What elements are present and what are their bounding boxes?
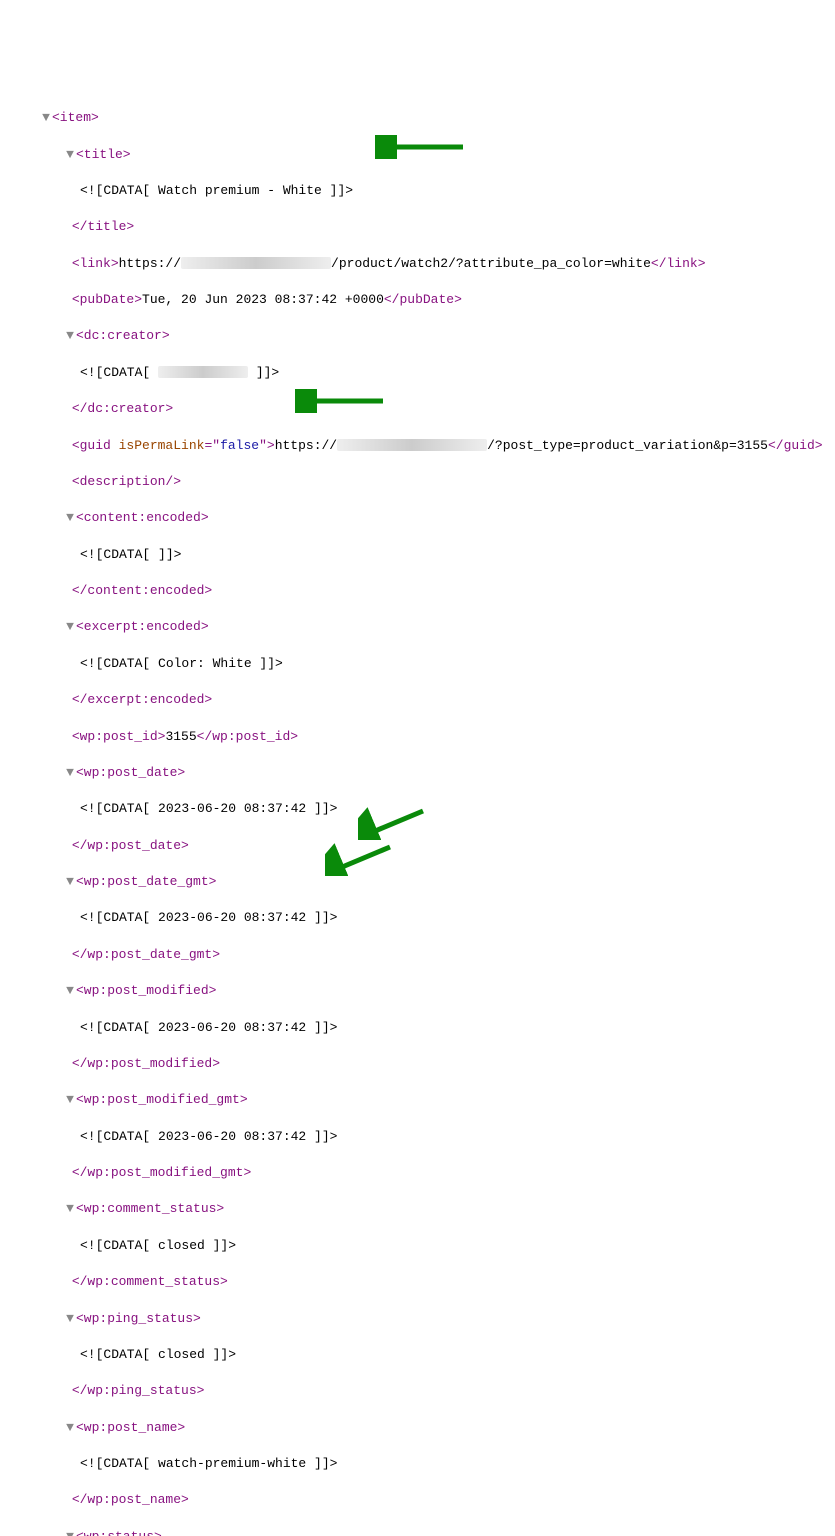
tag-status-open: <wp:status> — [76, 1529, 162, 1536]
text-postid: 3155 — [165, 729, 196, 744]
caret-comment[interactable]: ▼ — [64, 1200, 76, 1218]
tag-postid-close: </wp:post_id> — [197, 729, 298, 744]
caret-ping[interactable]: ▼ — [64, 1310, 76, 1328]
tag-title-open: <title> — [76, 147, 131, 162]
caret-postname[interactable]: ▼ — [64, 1419, 76, 1437]
caret-dccreator[interactable]: ▼ — [64, 327, 76, 345]
redacted-creator — [158, 366, 248, 378]
tag-postdategmt-close: </wp:post_date_gmt> — [72, 947, 220, 962]
tag-postmod-close: </wp:post_modified> — [72, 1056, 220, 1071]
attr-ispermalink: isPermaLink — [119, 438, 205, 453]
tag-postname-open: <wp:post_name> — [76, 1420, 185, 1435]
tag-content-open: <content:encoded> — [76, 510, 209, 525]
tag-postmodgmt-close: </wp:post_modified_gmt> — [72, 1165, 251, 1180]
tag-postdate-open: <wp:post_date> — [76, 765, 185, 780]
caret-excerpt[interactable]: ▼ — [64, 618, 76, 636]
caret-postmod[interactable]: ▼ — [64, 982, 76, 1000]
tag-ping-close: </wp:ping_status> — [72, 1383, 205, 1398]
tag-ping-open: <wp:ping_status> — [76, 1311, 201, 1326]
tag-guid-open-pre: <guid — [72, 438, 119, 453]
xml-tree-view: ▼<item> ▼<title> <![CDATA[ Watch premium… — [0, 73, 835, 1536]
attr-eq: =" — [204, 438, 220, 453]
tag-title-close: </title> — [72, 219, 134, 234]
redacted-domain-2 — [337, 439, 487, 451]
cdata-excerpt: <![CDATA[ Color: White ]]> — [80, 656, 283, 671]
cdata-comment: <![CDATA[ closed ]]> — [80, 1238, 236, 1253]
cdata-dccreator-pre: <![CDATA[ — [80, 365, 158, 380]
text-guid-pre: https:// — [275, 438, 337, 453]
caret-postdategmt[interactable]: ▼ — [64, 873, 76, 891]
caret-status[interactable]: ▼ — [64, 1528, 76, 1536]
tag-dccreator-open: <dc:creator> — [76, 328, 170, 343]
caret-postdate[interactable]: ▼ — [64, 764, 76, 782]
cdata-dccreator-post: ]]> — [248, 365, 279, 380]
tag-link-open: <link> — [72, 256, 119, 271]
tag-pubdate-close: </pubDate> — [384, 292, 462, 307]
tag-link-close: </link> — [651, 256, 706, 271]
tag-postmodgmt-open: <wp:post_modified_gmt> — [76, 1092, 248, 1107]
tag-comment-close: </wp:comment_status> — [72, 1274, 228, 1289]
cdata-postdategmt: <![CDATA[ 2023-06-20 08:37:42 ]]> — [80, 910, 337, 925]
tag-description: <description/> — [72, 474, 181, 489]
caret-title[interactable]: ▼ — [64, 146, 76, 164]
tag-item-open: <item> — [52, 110, 99, 125]
attr-ispermalink-val: false — [220, 438, 259, 453]
text-pubdate: Tue, 20 Jun 2023 08:37:42 +0000 — [142, 292, 384, 307]
cdata-postname: <![CDATA[ watch-premium-white ]]> — [80, 1456, 337, 1471]
cdata-title: <![CDATA[ Watch premium - White ]]> — [80, 183, 353, 198]
text-link-pre: https:// — [119, 256, 181, 271]
tag-content-close: </content:encoded> — [72, 583, 212, 598]
tag-postdategmt-open: <wp:post_date_gmt> — [76, 874, 216, 889]
cdata-ping: <![CDATA[ closed ]]> — [80, 1347, 236, 1362]
cdata-postdate: <![CDATA[ 2023-06-20 08:37:42 ]]> — [80, 801, 337, 816]
text-guid-post: /?post_type=product_variation&p=3155 — [487, 438, 768, 453]
tag-postmod-open: <wp:post_modified> — [76, 983, 216, 998]
attr-close: "> — [259, 438, 275, 453]
caret-content[interactable]: ▼ — [64, 509, 76, 527]
tag-guid-close: </guid> — [768, 438, 823, 453]
tag-postname-close: </wp:post_name> — [72, 1492, 189, 1507]
caret-item[interactable]: ▼ — [40, 109, 52, 127]
tag-comment-open: <wp:comment_status> — [76, 1201, 224, 1216]
tag-postdate-close: </wp:post_date> — [72, 838, 189, 853]
tag-pubdate-open: <pubDate> — [72, 292, 142, 307]
redacted-domain-1 — [181, 257, 331, 269]
text-link-post: /product/watch2/?attribute_pa_color=whit… — [331, 256, 651, 271]
tag-excerpt-open: <excerpt:encoded> — [76, 619, 209, 634]
tag-postid-open: <wp:post_id> — [72, 729, 166, 744]
cdata-postmodgmt: <![CDATA[ 2023-06-20 08:37:42 ]]> — [80, 1129, 337, 1144]
cdata-content: <![CDATA[ ]]> — [80, 547, 181, 562]
caret-postmodgmt[interactable]: ▼ — [64, 1091, 76, 1109]
tag-excerpt-close: </excerpt:encoded> — [72, 692, 212, 707]
tag-dccreator-close: </dc:creator> — [72, 401, 173, 416]
cdata-postmod: <![CDATA[ 2023-06-20 08:37:42 ]]> — [80, 1020, 337, 1035]
